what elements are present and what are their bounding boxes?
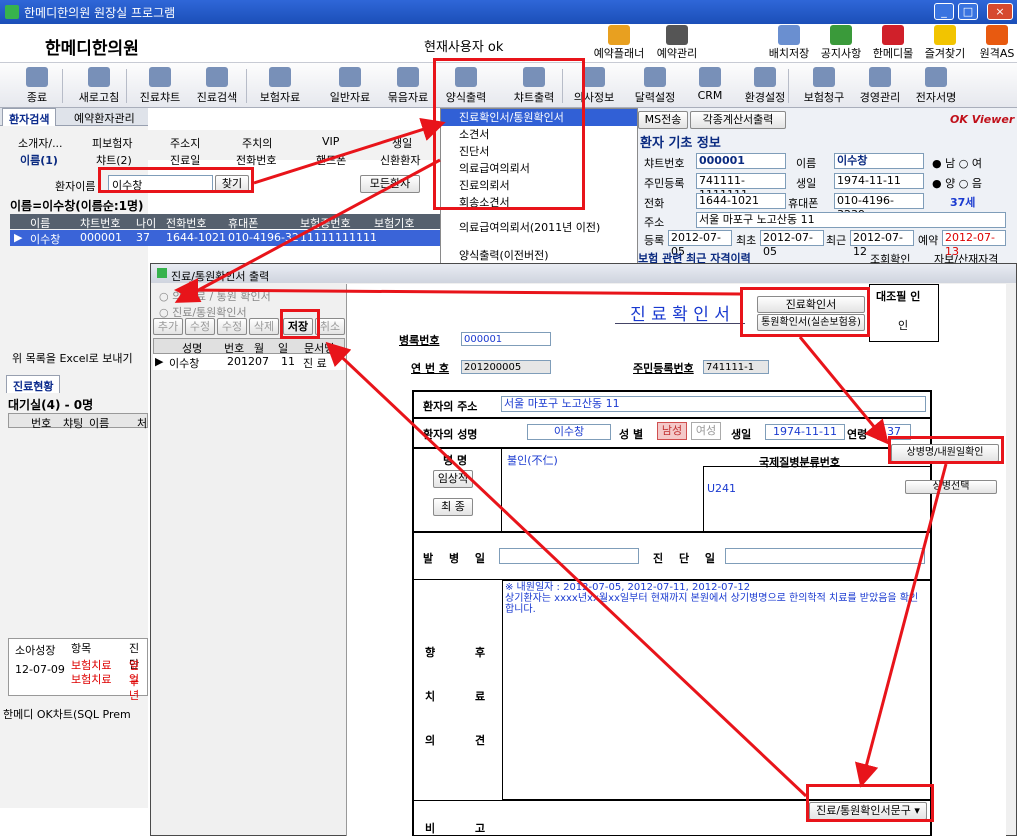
annotation-arrows <box>174 118 948 798</box>
